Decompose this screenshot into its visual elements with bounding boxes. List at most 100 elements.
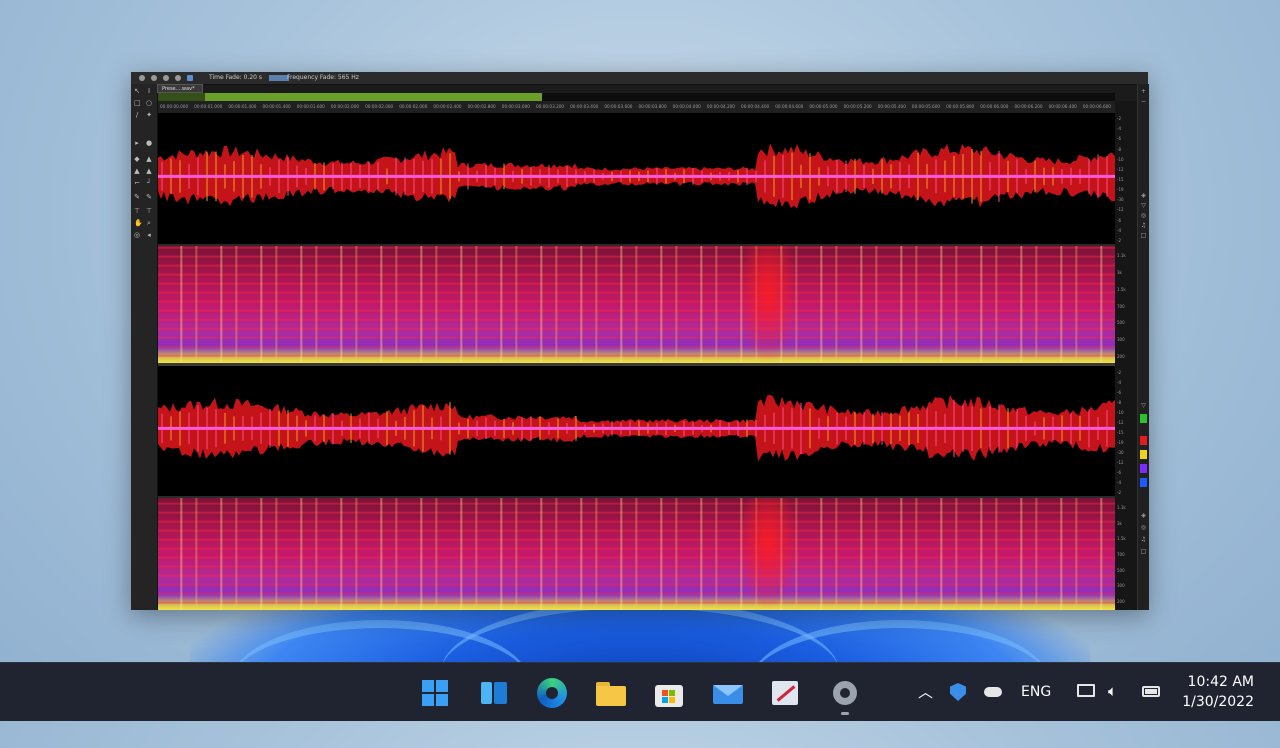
scale-label: 300 [1117,336,1125,342]
toolbar-button[interactable] [139,75,145,81]
play-icon[interactable]: ▸ [134,140,140,147]
scale-label: -15 [1117,430,1124,435]
scale-label: -30 [1117,450,1124,455]
gear-icon[interactable] [830,678,860,715]
view-toggle-icon[interactable]: ◈ [1140,512,1147,519]
ruler-tick-label: 00:00:04.400 [741,104,770,109]
widgets-icon[interactable] [479,678,509,708]
windows-logo-icon[interactable] [420,678,450,708]
scale-label: -6 [1117,390,1121,395]
overview-bar[interactable] [158,93,1115,101]
toolbar-button[interactable] [163,75,169,81]
scale-label: -12 [1117,207,1124,213]
marker-tool-icon[interactable]: ┘ [146,180,152,187]
ruler-tick-label: 00:00:06.600 [1082,104,1111,109]
waveform-channel-2[interactable] [158,366,1115,496]
scrub-tool-icon[interactable]: ◎ [134,232,140,239]
view-toggle-icon[interactable]: ▽ [1140,402,1147,409]
view-toggle-icon[interactable]: □ [1140,232,1147,239]
pencil-tool-icon[interactable]: ✎ [134,194,140,201]
zoom-tool-icon[interactable]: ⌕ [146,220,152,227]
clone-tool-icon[interactable]: ▲ [134,168,140,175]
battery-icon[interactable] [1142,686,1160,697]
record-icon[interactable]: ● [146,140,152,147]
scale-label: -6 [1117,470,1121,475]
channel-color-swatch[interactable] [1140,450,1147,459]
mail-icon[interactable] [713,678,743,708]
fade-tool-icon[interactable]: ⌐ [134,180,140,187]
scale-label: 1.5k [1117,286,1126,292]
dropper-tool-icon[interactable]: ✎ [146,194,152,201]
ruler-tick-label: 00:00:01.600 [296,104,325,109]
pen-tool-icon[interactable]: ⊤ [134,208,140,215]
security-shield-icon[interactable] [950,683,966,701]
file-tab[interactable]: Prese....wav* [157,84,203,93]
scale-label: -8 [1117,400,1121,405]
view-toggle-icon[interactable]: ♫ [1140,222,1147,229]
pen-tool-icon[interactable]: ⊤ [146,208,152,215]
scale-label: 700 [1117,303,1125,309]
scale-label: -12 [1117,166,1124,172]
ruler-tick-label: 00:00:05.200 [843,104,872,109]
rect-select-tool-icon[interactable]: □ [134,100,141,107]
time-select-tool-icon[interactable]: I [146,88,152,95]
cloud-icon[interactable] [984,687,1002,697]
ruler-tick-label: 00:00:03.600 [604,104,633,109]
scale-label: 500 [1117,320,1125,326]
taskbar: ︿ ENG 🔈︎ 10:42 AM 1/30/2022 [0,662,1280,721]
scale-label: -30 [1117,197,1124,203]
clock-date[interactable]: 1/30/2022 [1182,694,1254,710]
scale-label: 1.1k [1117,504,1126,510]
scale-label: -4 [1117,227,1121,233]
view-toggle-icon[interactable]: ◈ [1140,192,1147,199]
view-toggle-icon[interactable]: ♫ [1140,536,1147,543]
waveform-channel-1[interactable] [158,113,1115,245]
view-toggle-icon[interactable]: ▽ [1140,202,1147,209]
frequency-fade-slider[interactable] [269,75,289,81]
lasso-tool-icon[interactable]: ○ [146,100,152,107]
ruler-tick-label: 00:00:02.000 [365,104,394,109]
ruler-tick-label: 00:00:06.200 [1014,104,1043,109]
language-indicator[interactable]: ENG [1021,684,1051,700]
eraser-tool-icon[interactable]: ◆ [134,156,140,163]
channel-color-swatch[interactable] [1140,436,1147,445]
speaker-icon[interactable]: ◂ [146,232,152,239]
channel-color-swatch[interactable] [1140,464,1147,473]
channel-color-swatch[interactable] [1140,478,1147,487]
network-icon[interactable] [1077,684,1095,697]
folder-icon[interactable] [595,678,626,708]
view-toggle-icon[interactable]: □ [1140,548,1147,555]
brush-select-tool-icon[interactable]: / [134,112,140,119]
stamp-tool-icon[interactable]: ▲ [146,156,152,163]
amplitude-frequency-scale: -2 -4 -6 -8 -10 -12 -15 -19 -30 -12 -6 -4 -2 1.1k 3k 1.… [1115,101,1137,610]
clock-time[interactable]: 10:42 AM [1188,674,1254,690]
zoom-out-icon[interactable]: − [1140,98,1147,105]
toolbar-button[interactable] [187,75,193,81]
zoom-in-icon[interactable]: + [1140,88,1147,95]
pointer-tool-icon[interactable]: ↖ [134,88,140,95]
scale-label: -2 [1117,490,1121,495]
volume-icon[interactable]: 🔈︎ [1108,682,1117,700]
ruler-tick-label: 00:00:03.400 [570,104,599,109]
pen-app-icon[interactable] [770,678,800,708]
magic-wand-tool-icon[interactable]: ✦ [146,112,152,119]
toolbar-button[interactable] [175,75,181,81]
toolbar-button[interactable] [151,75,157,81]
scale-label: -12 [1117,420,1124,425]
hand-tool-icon[interactable]: ✋ [134,220,143,227]
spectrogram-channel-1[interactable] [158,246,1115,363]
chevron-up-icon[interactable]: ︿ [918,681,933,702]
edge-browser-icon[interactable] [537,678,567,708]
overview-visible-range[interactable] [205,93,542,101]
healing-tool-icon[interactable]: ▲ [146,168,152,175]
ruler-tick-label: 00:00:01.400 [262,104,291,109]
view-toggle-icon[interactable]: ◎ [1140,524,1147,531]
store-icon[interactable] [654,678,684,708]
scale-label: 200 [1117,599,1125,605]
scale-label: -19 [1117,440,1124,445]
scale-label: -2 [1117,370,1121,375]
editor-toolbar: Time Fade: 0.20 s Frequency Fade: 565 Hz [131,72,1148,85]
view-toggle-icon[interactable]: ◎ [1140,212,1147,219]
spectrogram-channel-2[interactable] [158,498,1115,610]
channel-color-swatch[interactable] [1140,414,1147,423]
